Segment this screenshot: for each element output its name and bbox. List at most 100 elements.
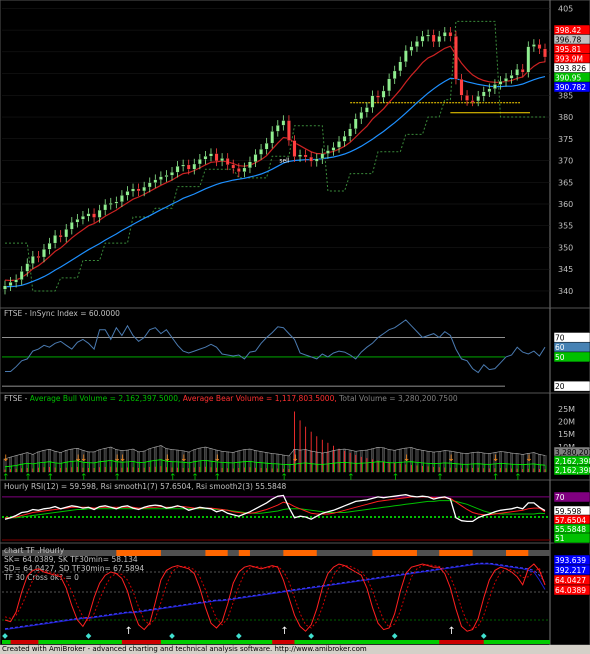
stoch-buy-arrow: ↑ [280, 626, 288, 637]
candle [303, 154, 308, 158]
candle [509, 75, 514, 79]
candle [108, 202, 113, 205]
stoch-tag-text: 392.217 [555, 566, 586, 575]
candle [19, 271, 24, 280]
candle [181, 164, 185, 167]
volume-axis-label: 20M [558, 418, 575, 427]
price-axis-label: 350 [558, 243, 573, 252]
volume-tag-text: 2,162,398 [555, 466, 590, 475]
price-tag: 393.826 [553, 62, 590, 74]
candle [481, 91, 486, 97]
volume-down-arrow: ↓ [180, 454, 188, 464]
candle [14, 279, 18, 283]
candle [69, 222, 74, 230]
candle [42, 249, 46, 258]
amibroker-chart-window: 4054003953903853803753703653603553503453… [0, 0, 590, 654]
candle [515, 69, 519, 76]
candle [8, 282, 13, 286]
price-axis-label: 360 [558, 200, 573, 209]
rsi-tag-text: 59.598 [555, 507, 581, 516]
volume-tag-text: 3,280,201 [555, 448, 590, 457]
stoch-tag-text: 393.639 [555, 556, 586, 565]
candle [231, 164, 236, 169]
candle [442, 32, 447, 37]
price-tag: 396.78 [553, 34, 590, 45]
insync-tag: 60 [553, 341, 590, 353]
candle [426, 34, 430, 37]
price-tag: 390.95 [553, 72, 590, 83]
candle [92, 213, 96, 218]
candle [25, 263, 30, 272]
volume-title: FTSE - Average Bull Volume = 2,162,397.5… [4, 394, 458, 403]
price-axis-label: 385 [558, 91, 573, 100]
volume-down-arrow: ↓ [525, 454, 533, 464]
stoch-overbought-block [506, 550, 529, 556]
candle [186, 164, 191, 170]
volume-up-arrow: ↑ [347, 473, 355, 483]
candle [526, 46, 531, 73]
candle [3, 285, 7, 290]
candle [493, 84, 497, 89]
candle [214, 153, 219, 162]
candle [392, 70, 397, 79]
price-tag-text: 396.78 [555, 36, 581, 45]
chart-canvas[interactable]: 4054003953903853803753703653603553503453… [0, 0, 590, 646]
candle [437, 36, 442, 42]
footer-credit: Created with AmiBroker - advanced charti… [0, 645, 590, 654]
insync-tag: 50 [553, 351, 590, 363]
stoch-title-line: TF 30 Cross ok? = 0 [3, 573, 79, 582]
candle [259, 149, 263, 155]
candle [225, 158, 230, 166]
rsi-title: Hourly RSI(12) = 59.598, Rsi smooth1(7) … [4, 482, 287, 491]
candle [498, 81, 503, 85]
stoch-tag: 392.217 [553, 564, 590, 576]
stoch-bottom-red-block [10, 640, 39, 644]
candle [170, 172, 174, 176]
volume-down-arrow: ↓ [2, 454, 10, 464]
stoch-overbought-block [372, 550, 417, 556]
candle [275, 125, 280, 132]
candle [281, 120, 286, 126]
volume-title-part: FTSE - [4, 394, 30, 403]
candle [487, 88, 492, 92]
stoch-overbought-block [238, 550, 250, 556]
candle [403, 50, 408, 62]
stoch-bottom-red-block [272, 640, 295, 644]
candle [376, 95, 380, 98]
rsi-tag-text: 70 [555, 493, 565, 502]
insync-tag-text: 50 [555, 353, 565, 362]
volume-up-arrow: ↑ [492, 473, 500, 483]
volume-up-arrow: ↑ [514, 473, 522, 483]
price-tag: 390.782 [553, 81, 590, 93]
candle [86, 213, 91, 217]
volume-down-arrow: ↓ [163, 454, 171, 464]
insync-panel[interactable] [0, 307, 590, 394]
volume-tag: 3,280,201 [553, 446, 590, 458]
candle [543, 48, 547, 58]
candle [420, 36, 425, 42]
volume-down-arrow: ↓ [447, 454, 455, 464]
price-axis-label: 405 [558, 4, 573, 13]
insync-tag: 20 [553, 380, 590, 392]
candle [476, 96, 481, 102]
candle [164, 175, 169, 177]
candle [537, 44, 542, 49]
price-axis-label: 375 [558, 135, 573, 144]
candle [53, 235, 57, 244]
price-tag-text: 393.9M [555, 55, 583, 64]
stoch-overbought-block [283, 550, 317, 556]
candle [192, 163, 197, 170]
candle [175, 166, 180, 173]
stoch-tag: 393.639 [553, 554, 590, 566]
insync-tag-text: 20 [555, 382, 565, 391]
volume-title-part: Total Volume = 3,280,200.7500 [338, 394, 458, 403]
stoch-buy-arrow: ↑ [124, 626, 132, 637]
insync-tag: 70 [553, 332, 590, 343]
insync-title: FTSE - InSync Index = 60.0000 [4, 309, 120, 318]
volume-up-arrow: ↑ [436, 473, 444, 483]
candle [320, 153, 325, 159]
volume-tag: 2,162,398 [553, 455, 590, 467]
candle [131, 188, 135, 192]
candle [242, 167, 247, 172]
price-tag-text: 390.782 [555, 83, 586, 92]
